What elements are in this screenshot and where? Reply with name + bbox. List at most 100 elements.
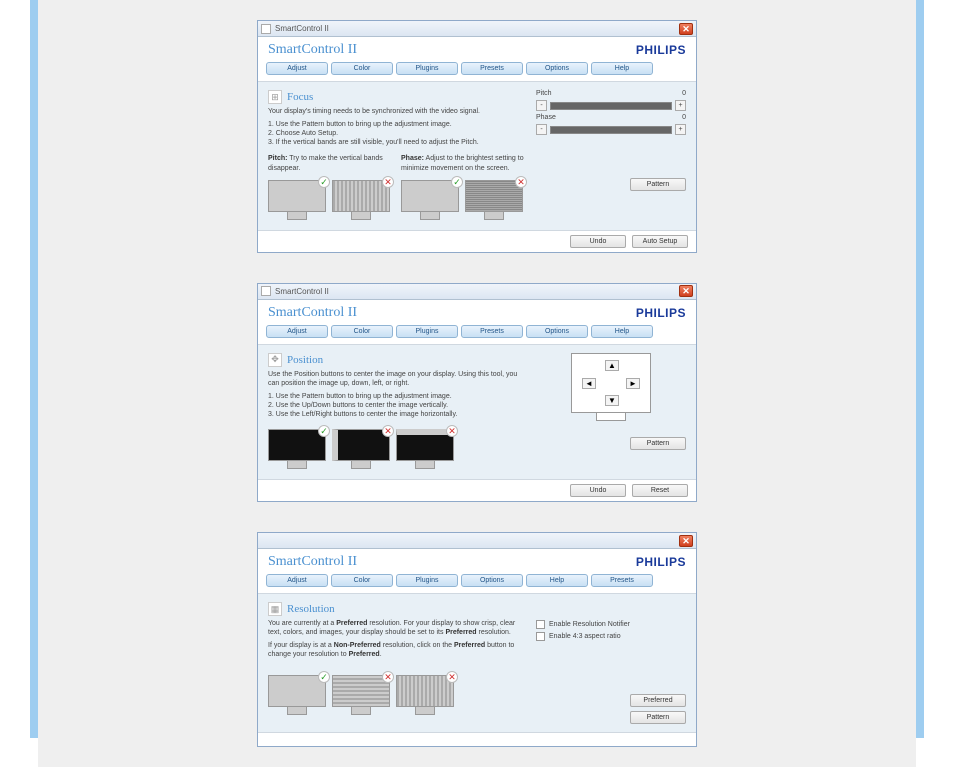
check-icon: ✓ [318,425,330,437]
resolution-icon: ▦ [268,602,282,616]
tab-presets[interactable]: Presets [461,62,523,75]
position-content: ✥ Position Use the Position buttons to c… [258,345,696,479]
titlebar-text: SmartControl II [275,287,329,296]
monitor-ok: ✓ [401,180,459,222]
focus-step2: 2. Choose Auto Setup. [268,129,524,138]
monitor-bad: ✕ [332,675,390,717]
x-icon: ✕ [446,425,458,437]
brand-logo: PHILIPS [636,306,686,320]
enable-43-checkbox[interactable] [536,632,545,641]
section-title: Focus [287,91,313,103]
enable-notifier-checkbox[interactable] [536,620,545,629]
tab-adjust[interactable]: Adjust [266,62,328,75]
check-icon: ✓ [318,671,330,683]
tab-help[interactable]: Help [591,62,653,75]
right-button[interactable]: ► [626,378,640,389]
monitor-ok: ✓ [268,180,326,222]
phase-bold: Phase: [401,155,424,162]
app-title: SmartControl II [268,554,357,570]
auto-setup-button[interactable]: Auto Setup [632,235,688,248]
phase-slider-label: Phase [536,114,562,121]
up-button[interactable]: ▲ [605,360,619,371]
tab-plugins[interactable]: Plugins [396,325,458,338]
x-icon: ✕ [446,671,458,683]
pitch-slider-label: Pitch [536,90,562,97]
phase-minus-button[interactable]: - [536,124,547,135]
tab-row: Adjust Color Plugins Presets Options Hel… [258,60,696,82]
x-icon: ✕ [515,176,527,188]
res-p1: You are currently at a Preferred resolut… [268,619,524,637]
section-title: Resolution [287,603,335,615]
tab-color[interactable]: Color [331,325,393,338]
monitor-bad: ✕ [396,429,454,471]
tab-adjust[interactable]: Adjust [266,574,328,587]
titlebar: SmartControl II ✕ [258,284,696,300]
pattern-button[interactable]: Pattern [630,711,686,724]
titlebar: ✕ [258,533,696,549]
undo-button[interactable]: Undo [570,484,626,497]
tab-help[interactable]: Help [526,574,588,587]
app-icon [261,24,271,34]
pitch-slider[interactable] [550,102,672,110]
close-icon[interactable]: ✕ [679,285,693,297]
pos-step2: 2. Use the Up/Down buttons to center the… [268,401,524,410]
pattern-button[interactable]: Pattern [630,178,686,191]
tab-adjust[interactable]: Adjust [266,325,328,338]
brand-logo: PHILIPS [636,43,686,57]
pattern-button[interactable]: Pattern [630,437,686,450]
focus-step3: 3. If the vertical bands are still visib… [268,138,524,147]
phase-slider[interactable] [550,126,672,134]
down-button[interactable]: ▼ [605,395,619,406]
position-desc: Use the Position buttons to center the i… [268,370,524,388]
tab-plugins[interactable]: Plugins [396,574,458,587]
pos-step3: 3. Use the Left/Right buttons to center … [268,410,524,419]
reset-button[interactable]: Reset [632,484,688,497]
close-icon[interactable]: ✕ [679,23,693,35]
check-icon: ✓ [451,176,463,188]
position-window: SmartControl II ✕ SmartControl II PHILIP… [257,283,697,502]
focus-step1: 1. Use the Pattern button to bring up th… [268,120,524,129]
app-icon [261,286,271,296]
monitor-bad: ✕ [396,675,454,717]
preferred-button[interactable]: Preferred [630,694,686,707]
pitch-plus-button[interactable]: + [675,100,686,111]
brand-logo: PHILIPS [636,555,686,569]
check-icon: ✓ [318,176,330,188]
pitch-minus-button[interactable]: - [536,100,547,111]
left-button[interactable]: ◄ [582,378,596,389]
tab-help[interactable]: Help [591,325,653,338]
tab-presets[interactable]: Presets [461,325,523,338]
monitor-bad: ✕ [332,429,390,471]
page-body: SmartControl II ✕ SmartControl II PHILIP… [38,0,916,767]
pos-step1: 1. Use the Pattern button to bring up th… [268,392,524,401]
enable-notifier-label: Enable Resolution Notifier [549,621,630,628]
res-p2: If your display is at a Non-Preferred re… [268,641,524,659]
x-icon: ✕ [382,176,394,188]
focus-window: SmartControl II ✕ SmartControl II PHILIP… [257,20,697,253]
tab-options[interactable]: Options [526,325,588,338]
page-margin-right [916,0,924,738]
tab-options[interactable]: Options [461,574,523,587]
tab-color[interactable]: Color [331,574,393,587]
x-icon: ✕ [382,425,394,437]
focus-icon: ⊞ [268,90,282,104]
tab-row: Adjust Color Plugins Options Help Preset… [258,572,696,594]
monitor-bad: ✕ [332,180,390,222]
focus-desc: Your display's timing needs to be synchr… [268,107,524,116]
enable-43-label: Enable 4:3 aspect ratio [549,633,621,640]
titlebar-text: SmartControl II [275,24,329,33]
tab-color[interactable]: Color [331,62,393,75]
close-icon[interactable]: ✕ [679,535,693,547]
tab-plugins[interactable]: Plugins [396,62,458,75]
phase-plus-button[interactable]: + [675,124,686,135]
x-icon: ✕ [382,671,394,683]
monitor-ok: ✓ [268,675,326,717]
monitor-ok: ✓ [268,429,326,471]
pitch-bold: Pitch: [268,155,287,162]
tab-options[interactable]: Options [526,62,588,75]
undo-button[interactable]: Undo [570,235,626,248]
app-title: SmartControl II [268,305,357,321]
monitor-bad: ✕ [465,180,523,222]
tab-presets[interactable]: Presets [591,574,653,587]
section-title: Position [287,354,323,366]
